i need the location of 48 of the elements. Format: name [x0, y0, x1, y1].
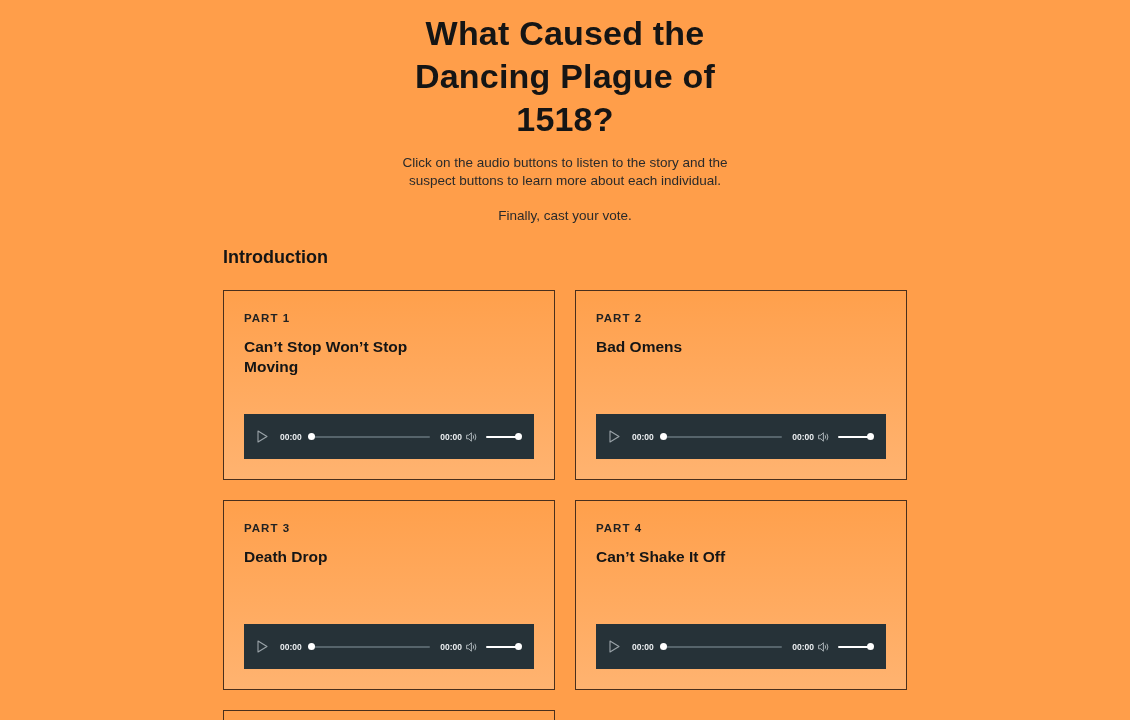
play-icon: [609, 640, 620, 653]
mute-button[interactable]: [466, 431, 478, 442]
volume-handle[interactable]: [514, 433, 522, 440]
seek-handle[interactable]: [308, 643, 316, 650]
speaker-icon: [818, 641, 830, 652]
current-time: 00:00: [632, 431, 654, 442]
page-title: What Caused the Dancing Plague of 1518?: [414, 13, 716, 140]
section-heading: Introduction: [223, 246, 329, 269]
mute-button[interactable]: [818, 641, 830, 652]
part-label: PART 2: [596, 311, 643, 325]
mute-button[interactable]: [466, 641, 478, 652]
seek-bar[interactable]: [311, 435, 431, 438]
current-time: 00:00: [280, 641, 302, 652]
part-title: Can’t Stop Won’t Stop Moving: [244, 337, 409, 377]
seek-bar[interactable]: [311, 645, 431, 648]
speaker-icon: [466, 431, 478, 442]
speaker-icon: [818, 431, 830, 442]
duration-time: 00:00: [440, 431, 462, 442]
play-icon: [609, 430, 620, 443]
play-icon: [257, 640, 268, 653]
vote-prompt: Finally, cast your vote.: [497, 207, 633, 225]
seek-bar[interactable]: [663, 435, 783, 438]
part-title: Can’t Shake It Off: [596, 547, 726, 567]
duration-time: 00:00: [792, 431, 814, 442]
play-button[interactable]: [257, 430, 268, 443]
seek-handle[interactable]: [660, 643, 668, 650]
play-button[interactable]: [609, 430, 620, 443]
speaker-icon: [466, 641, 478, 652]
mute-button[interactable]: [818, 431, 830, 442]
part-label: PART 3: [244, 521, 291, 535]
part-title: Bad Omens: [596, 337, 683, 357]
current-time: 00:00: [280, 431, 302, 442]
volume-handle[interactable]: [514, 643, 522, 650]
volume-handle[interactable]: [866, 433, 874, 440]
duration-time: 00:00: [440, 641, 462, 652]
seek-bar[interactable]: [663, 645, 783, 648]
part-title: Death Drop: [244, 547, 328, 567]
volume-handle[interactable]: [866, 643, 874, 650]
play-button[interactable]: [609, 640, 620, 653]
play-button[interactable]: [257, 640, 268, 653]
part-label: PART 4: [596, 521, 643, 535]
duration-time: 00:00: [792, 641, 814, 652]
seek-handle[interactable]: [660, 433, 668, 440]
seek-handle[interactable]: [308, 433, 316, 440]
intro-text: Click on the audio buttons to listen to the story and the suspect buttons to learn more about each individual.: [401, 154, 729, 190]
current-time: 00:00: [632, 641, 654, 652]
play-icon: [257, 430, 268, 443]
part-label: PART 1: [244, 311, 291, 325]
